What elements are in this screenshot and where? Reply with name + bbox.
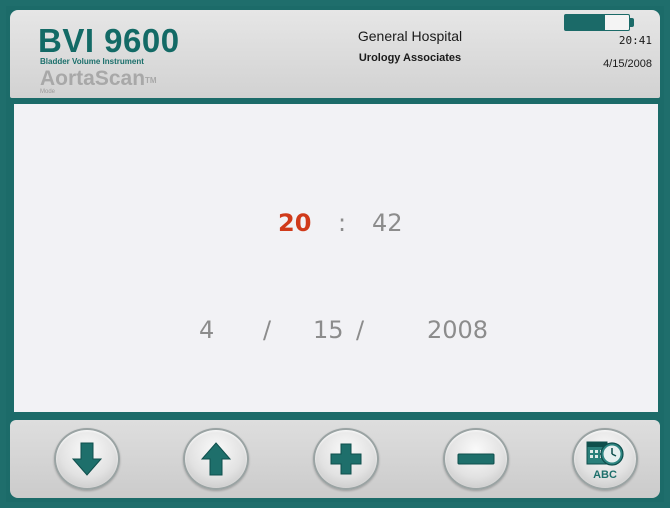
brand-product: AortaScanTM: [40, 67, 157, 90]
brand-product-name: AortaScan: [40, 67, 146, 90]
brand-model: BVI 9600: [38, 22, 180, 59]
date-separator-2: /: [356, 316, 365, 344]
department-name: Urology Associates: [358, 52, 462, 64]
battery-level: [565, 15, 605, 30]
up-button[interactable]: [183, 428, 249, 490]
increment-button[interactable]: [313, 428, 379, 490]
arrow-down-icon: [71, 442, 103, 476]
year-field[interactable]: 2008: [427, 316, 488, 344]
status-time: 20:41: [618, 34, 652, 47]
decrement-button[interactable]: [443, 428, 509, 490]
down-button[interactable]: [54, 428, 120, 490]
minute-field[interactable]: 42: [372, 209, 403, 237]
time-date-editor: 20 : 42 4 / 15 / 2008: [14, 104, 658, 412]
brand-subtitle: Bladder Volume Instrument: [40, 57, 144, 66]
date-separator-1: /: [263, 316, 272, 344]
calendar-clock-abc-icon: ABC: [586, 441, 624, 481]
status-date: 4/15/2008: [603, 58, 652, 70]
hour-field[interactable]: 20: [278, 209, 311, 237]
brand-mode: Mode: [40, 89, 56, 95]
header-bar: BVI 9600 Bladder Volume Instrument Aorta…: [10, 10, 660, 98]
arrow-up-icon: [200, 442, 232, 476]
trademark: TM: [145, 76, 157, 85]
facility-name: General Hospital: [357, 28, 463, 44]
minus-icon: [457, 453, 495, 465]
time-separator: :: [338, 209, 347, 237]
clock-settings-button[interactable]: ABC: [572, 428, 638, 490]
day-field[interactable]: 15: [313, 316, 344, 344]
month-field[interactable]: 4: [199, 316, 214, 344]
plus-icon: [330, 443, 362, 475]
battery-tip: [630, 18, 634, 27]
abc-label: ABC: [593, 469, 617, 481]
battery-indicator: [564, 14, 630, 31]
